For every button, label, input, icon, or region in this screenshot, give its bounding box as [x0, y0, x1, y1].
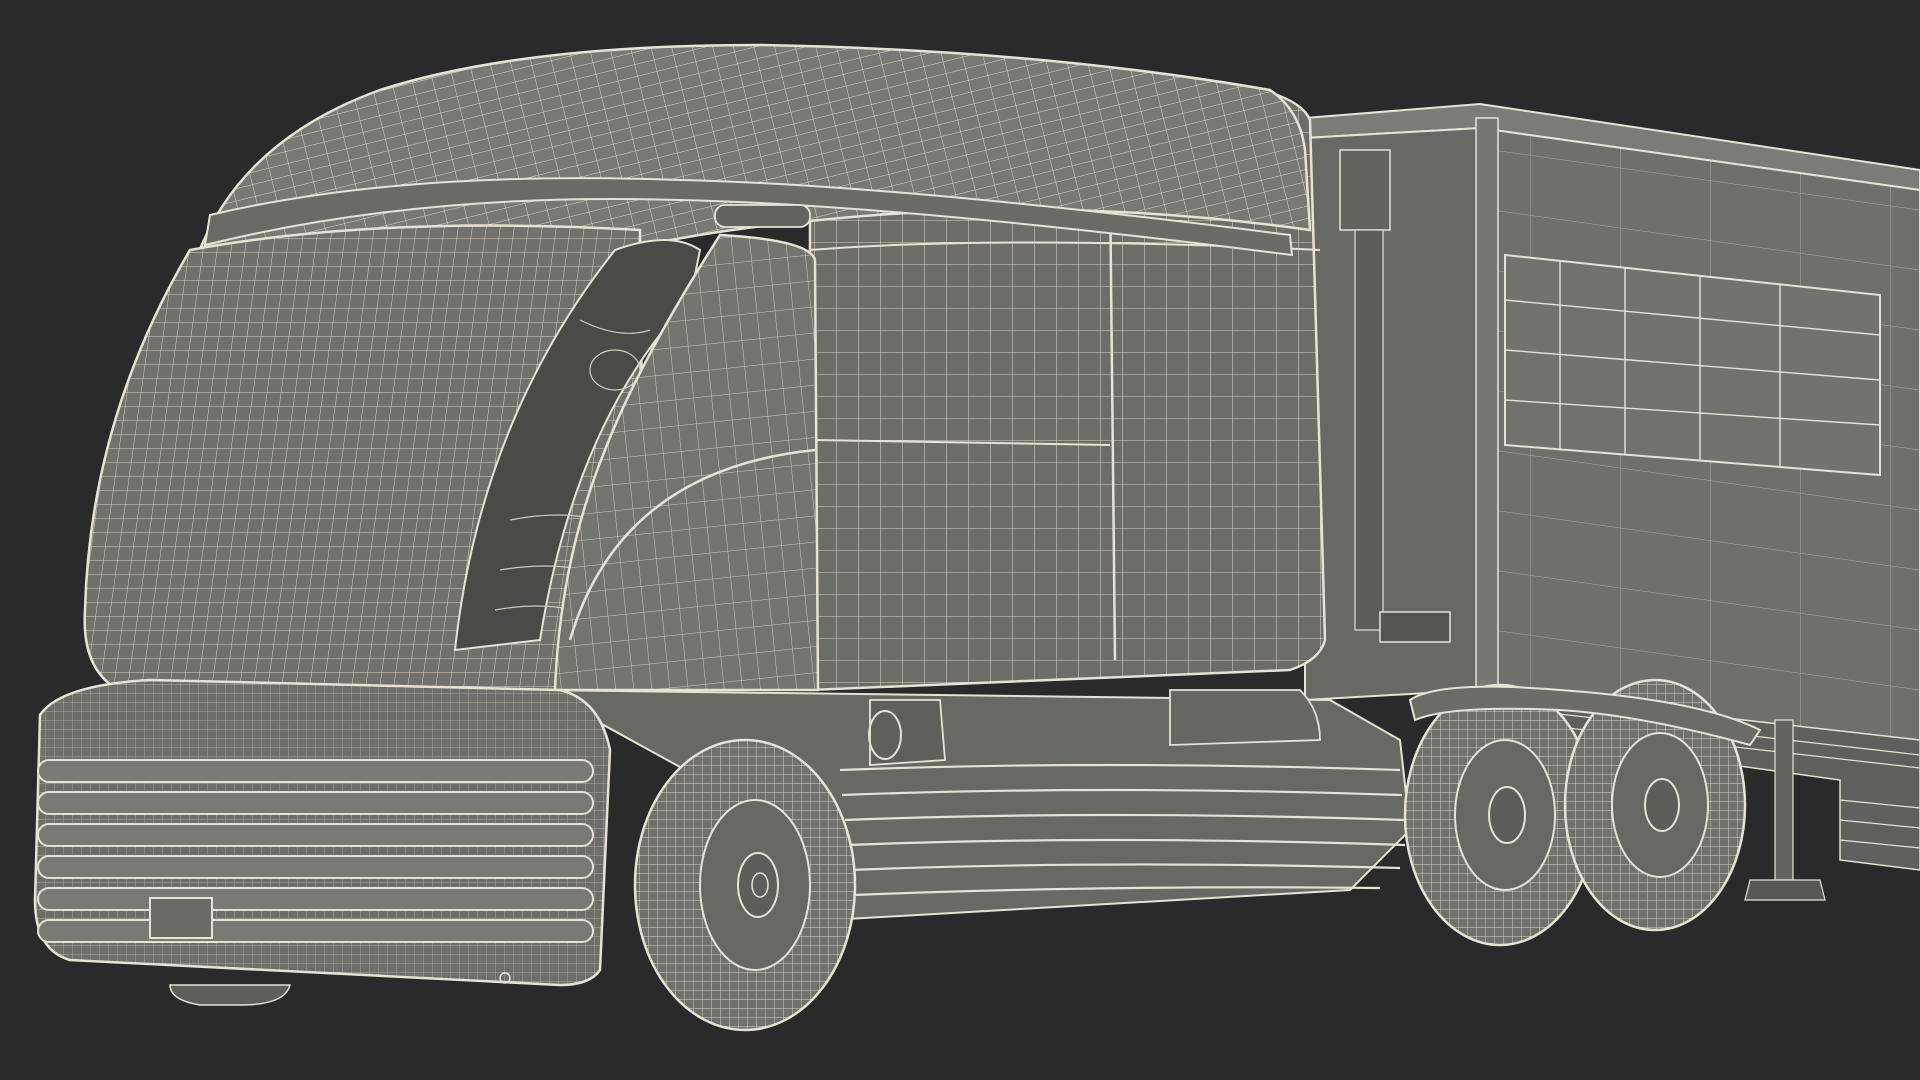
front-bumper [33, 678, 612, 1006]
front-wheel [633, 738, 857, 1032]
render-viewport [0, 0, 1920, 1080]
wireframe-scene [33, 43, 1920, 1032]
cab-body [83, 43, 1327, 702]
